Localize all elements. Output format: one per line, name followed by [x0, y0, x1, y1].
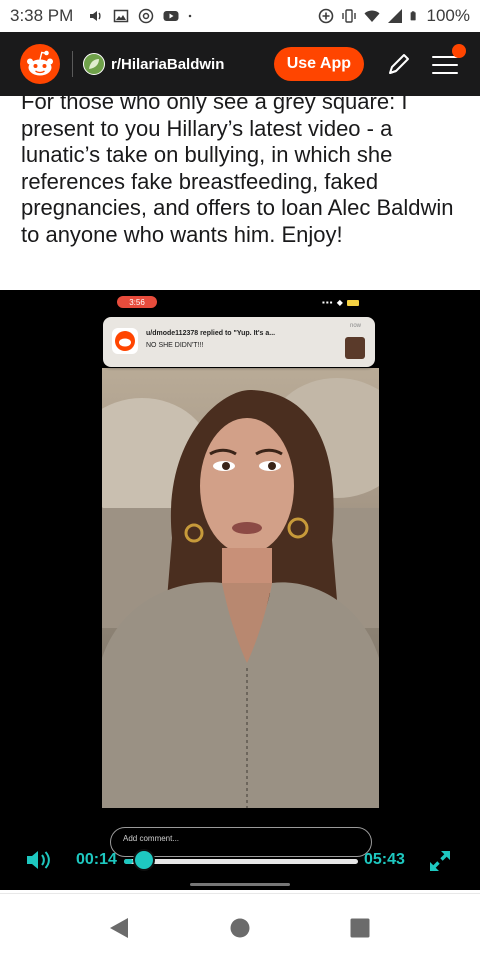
notification-thumbnail: [345, 337, 365, 359]
pencil-icon: [389, 54, 409, 74]
subreddit-name[interactable]: r/HilariaBaldwin: [111, 56, 224, 73]
reddit-icon: [115, 331, 135, 351]
wifi-icon: [364, 10, 380, 22]
progress-track[interactable]: [124, 859, 358, 864]
recents-button[interactable]: [348, 916, 372, 940]
notification-dot-icon: [189, 14, 192, 18]
status-bar: 3:38 PM 100%: [0, 0, 480, 32]
recents-icon: [350, 918, 370, 938]
post-body: For those who only see a grey square: I …: [21, 89, 454, 247]
video-frame-status: ▪▪▪ ◆: [322, 298, 360, 307]
home-icon: [230, 918, 250, 938]
video-frame-image: [102, 378, 379, 808]
create-post-button[interactable]: [384, 49, 414, 79]
reddit-header: r/HilariaBaldwin Use App: [0, 32, 480, 96]
video-frame: [102, 368, 379, 808]
sound-icon: [90, 11, 101, 21]
notification-app-icon: [112, 328, 138, 354]
battery-icon: [410, 11, 416, 21]
video-player[interactable]: 3:56 ▪▪▪ ◆ now u/dmode112378 replied to …: [0, 290, 480, 890]
notification-title: u/dmode112378 replied to "Yup. It's a...: [146, 330, 276, 337]
subreddit-avatar[interactable]: [83, 53, 105, 75]
video-notification: now u/dmode112378 replied to "Yup. It's …: [103, 317, 375, 367]
notification-body: NO SHE DIDN'T!!!: [146, 342, 204, 349]
progress-fill: [124, 859, 134, 864]
back-icon: [110, 918, 128, 938]
back-button[interactable]: [107, 916, 131, 940]
vibrate-icon: [341, 9, 356, 23]
home-button[interactable]: [228, 916, 252, 940]
expand-icon[interactable]: [428, 849, 452, 873]
reddit-logo-icon[interactable]: [20, 44, 60, 84]
video-home-indicator: [190, 883, 290, 886]
data-saver-icon: [318, 8, 333, 24]
status-right: 100%: [318, 6, 470, 26]
current-time: 00:14: [76, 851, 117, 868]
menu-button[interactable]: [430, 44, 466, 79]
progress-knob[interactable]: [133, 849, 156, 871]
video-controls: 00:14 05:43: [0, 845, 480, 875]
header-divider: [72, 51, 73, 77]
video-frame-time: 3:56: [117, 296, 157, 308]
image-icon: [114, 9, 129, 23]
battery-percent: 100%: [426, 6, 470, 25]
notification-dot: [452, 44, 466, 58]
status-left: 3:38 PM: [10, 6, 196, 26]
notification-time: now: [349, 323, 361, 329]
youtube-icon: [163, 11, 179, 21]
leaf-icon: [89, 59, 99, 69]
use-app-button[interactable]: Use App: [273, 47, 364, 81]
menu-icon-bar: [432, 64, 458, 66]
total-time: 05:43: [364, 851, 405, 868]
menu-icon-bar: [432, 72, 458, 74]
comment-placeholder: Add comment...: [123, 834, 180, 843]
android-nav-bar: [0, 893, 480, 960]
signal-icon: [387, 9, 402, 23]
status-time: 3:38 PM: [10, 6, 74, 25]
volume-icon[interactable]: [25, 849, 53, 871]
at-icon: [139, 8, 154, 24]
